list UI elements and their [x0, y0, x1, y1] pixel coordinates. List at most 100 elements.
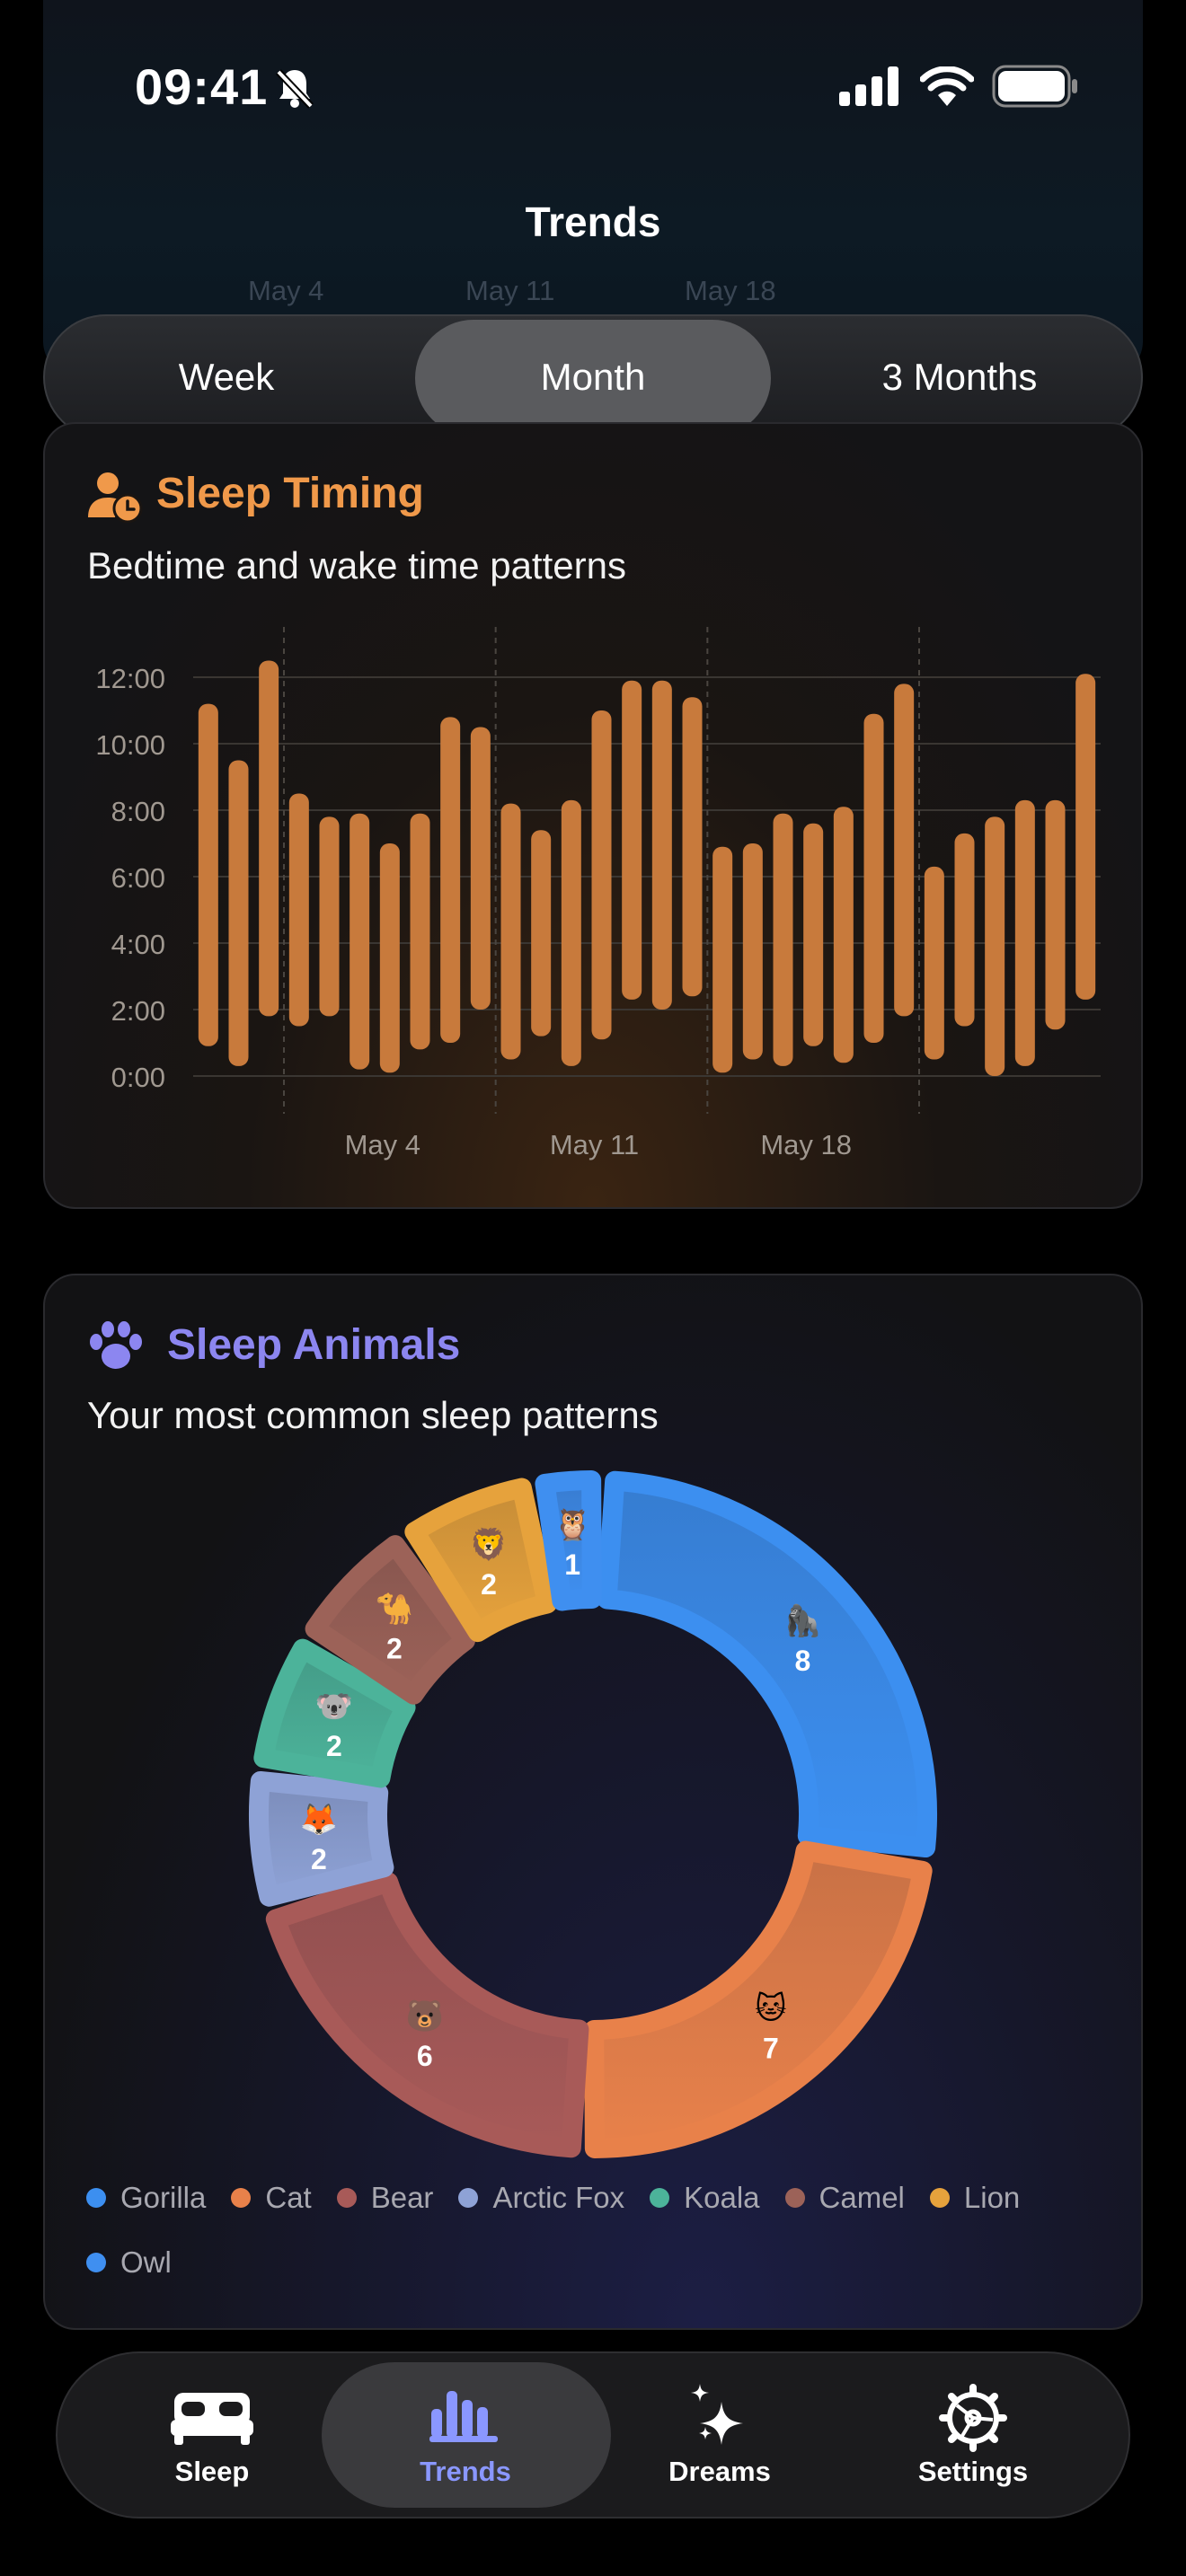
legend-label: Bear	[370, 2181, 434, 2214]
y-tick-label: 8:00	[111, 796, 165, 827]
sleep-timing-subtitle: Bedtime and wake time patterns	[87, 544, 626, 587]
legend-label: Owl	[120, 2245, 172, 2279]
legend-label: Arctic Fox	[492, 2181, 625, 2214]
sleep-range-bar	[319, 816, 340, 1017]
sleep-timing-title: Sleep Timing	[156, 470, 424, 517]
header-ghost-date: May 11	[465, 275, 555, 306]
sleep-range-bar	[259, 660, 279, 1017]
header-ghost-date: May 4	[248, 275, 324, 306]
tab-sleep[interactable]: Sleep	[104, 2380, 320, 2497]
slice-emoji: 🐱	[755, 1990, 786, 2025]
bed-icon	[171, 2393, 253, 2445]
legend-item-gorilla: Gorilla	[86, 2181, 206, 2215]
sleep-range-bar	[350, 813, 370, 1070]
sleep-range-bar	[682, 697, 703, 997]
sleep-range-bar	[500, 803, 521, 1060]
battery-icon	[992, 65, 1077, 108]
y-tick-label: 2:00	[111, 995, 165, 1027]
legend-dot	[650, 2188, 670, 2208]
slice-value-label: 6	[417, 2040, 433, 2072]
slice-emoji: 🦁	[470, 1527, 508, 1562]
header-ghost-date: May 18	[685, 275, 776, 306]
chart-bars-icon	[429, 2391, 498, 2442]
sleep-animals-title: Sleep Animals	[167, 1321, 461, 1369]
x-tick-label: May 11	[550, 1129, 639, 1160]
cellular-signal-icon	[839, 66, 898, 106]
tab-sleep-label: Sleep	[174, 2456, 250, 2487]
y-tick-label: 4:00	[111, 929, 165, 960]
legend-dot	[336, 2188, 357, 2208]
sleep-range-bar	[803, 823, 824, 1046]
slice-emoji: 🦉	[553, 1508, 591, 1542]
tab-dreams-label: Dreams	[668, 2456, 771, 2487]
sleep-range-bar	[622, 680, 642, 1000]
tab-trends[interactable]: Trends	[358, 2380, 573, 2497]
legend-dot	[929, 2188, 950, 2208]
animals-legend: Gorilla Cat Bear Arctic Fox Koala Camel …	[86, 2181, 1111, 2280]
sleep-animals-donut-chart: 🦍 8 🐱 7 🐻 6 🦊 2 🐨 2 🐪 2 🦁 2 🦉 1	[249, 1470, 937, 2158]
slice-value-label: 2	[386, 1633, 403, 1665]
slice-value-label: 2	[311, 1843, 327, 1875]
legend-dot	[86, 2253, 106, 2272]
legend-dot	[231, 2188, 252, 2208]
sleep-range-bar	[1014, 799, 1035, 1066]
slice-emoji: 🐨	[315, 1689, 353, 1724]
slice-emoji: 🐪	[376, 1592, 413, 1627]
sleep-range-bar	[924, 866, 944, 1060]
sleep-range-bar	[228, 760, 249, 1066]
slice-emoji: 🐻	[406, 1998, 444, 2033]
segment-3-months[interactable]: 3 Months	[776, 314, 1143, 440]
bell-slash-icon	[276, 69, 314, 109]
segment-month[interactable]: Month	[410, 314, 776, 440]
sparkles-icon	[691, 2384, 743, 2445]
legend-item-lion: Lion	[929, 2181, 1021, 2215]
sleep-range-bar	[954, 833, 975, 1027]
legend-item-koala: Koala	[650, 2181, 760, 2215]
donut-slice-gorilla[interactable]	[597, 1470, 937, 1858]
slice-value-label: 2	[326, 1730, 342, 1762]
page-title: Trends	[525, 198, 661, 245]
legend-item-arctic-fox: Arctic Fox	[458, 2181, 624, 2215]
legend-dot	[86, 2188, 106, 2208]
tab-settings[interactable]: Settings	[865, 2380, 1081, 2497]
segment-week[interactable]: Week	[43, 314, 410, 440]
y-tick-label: 6:00	[111, 862, 165, 894]
slice-emoji: 🦍	[783, 1603, 821, 1638]
legend-label: Koala	[684, 2181, 760, 2214]
sleep-range-bar	[288, 793, 309, 1027]
sleep-timing-chart: 0:00 2:00 4:00 6:00 8:00 10:00 12:00 May 4 May 1…	[95, 627, 1101, 1160]
sleep-animals-subtitle: Your most common sleep patterns	[87, 1394, 659, 1436]
tab-dreams[interactable]: Dreams	[612, 2380, 828, 2497]
sleep-range-bar	[985, 816, 1005, 1076]
slice-value-label: 7	[763, 2032, 779, 2064]
sleep-range-bar	[440, 717, 461, 1043]
sleep-range-bar	[712, 846, 733, 1073]
status-time: 09:41	[135, 58, 269, 115]
y-tick-label: 0:00	[111, 1062, 165, 1093]
sleep-range-bar	[561, 799, 581, 1066]
sleep-range-bar	[531, 830, 552, 1037]
sleep-range-bar	[773, 813, 793, 1066]
tab-settings-label: Settings	[917, 2456, 1029, 2487]
sleep-range-bar	[833, 807, 854, 1063]
sleep-range-bar	[470, 727, 491, 1010]
legend-label: Camel	[819, 2181, 905, 2214]
sleep-range-bar	[410, 813, 430, 1050]
legend-item-camel: Camel	[784, 2181, 905, 2215]
legend-label: Cat	[265, 2181, 312, 2214]
legend-label: Lion	[963, 2181, 1021, 2214]
y-tick-label: 10:00	[95, 729, 165, 761]
x-tick-label: May 4	[345, 1129, 420, 1160]
legend-item-bear: Bear	[336, 2181, 434, 2215]
sleep-range-bar	[1045, 799, 1066, 1030]
donut-slice-arctic-fox[interactable]	[249, 1770, 394, 1907]
legend-dot	[784, 2188, 805, 2208]
sleep-range-bar	[198, 703, 218, 1046]
person-clock-icon	[88, 472, 143, 523]
slice-value-label: 1	[564, 1548, 580, 1581]
sleep-range-bar	[651, 680, 672, 1010]
sleep-range-bar	[1075, 674, 1096, 1000]
tab-trends-label: Trends	[420, 2456, 511, 2487]
sleep-range-bar	[863, 713, 884, 1043]
y-tick-label: 12:00	[95, 663, 165, 694]
